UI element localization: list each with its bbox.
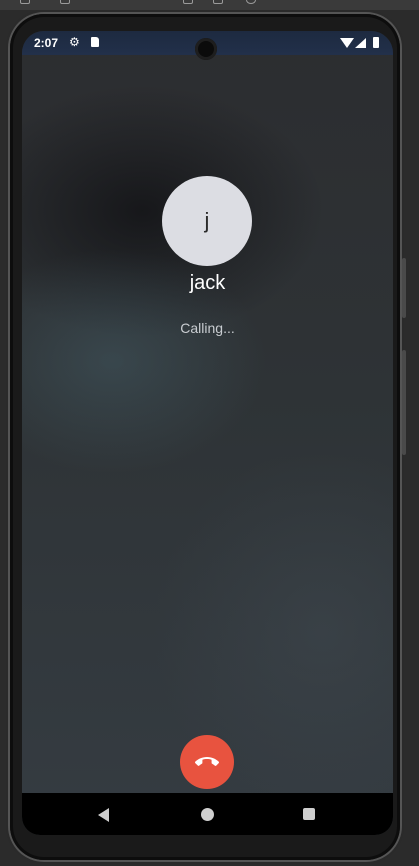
signal-icon — [355, 38, 366, 48]
gear-icon: ⚙ — [69, 35, 80, 49]
navigation-bar — [22, 793, 393, 835]
contact-name: jack — [189, 272, 226, 294]
battery-icon — [373, 37, 379, 48]
end-call-button[interactable] — [180, 735, 234, 789]
volume-button[interactable] — [402, 258, 406, 318]
toolbar-icon[interactable] — [60, 0, 70, 4]
emulator-toolbar — [0, 0, 419, 10]
avatar: j — [162, 176, 252, 266]
toolbar-icon[interactable] — [213, 0, 223, 4]
home-icon[interactable] — [201, 808, 214, 821]
power-button[interactable] — [402, 350, 406, 455]
phone-hangup-icon — [195, 757, 219, 766]
front-camera — [195, 38, 217, 60]
recents-icon[interactable] — [303, 808, 315, 820]
toolbar-icon[interactable] — [183, 0, 193, 4]
back-icon[interactable] — [98, 808, 109, 822]
status-time: 2:07 — [34, 36, 59, 50]
toolbar-icon[interactable] — [20, 0, 30, 4]
toolbar-icon[interactable] — [246, 0, 256, 4]
wifi-icon — [340, 38, 354, 48]
sd-card-icon — [91, 37, 99, 47]
avatar-initial: j — [204, 208, 210, 233]
phone-screen: 2:07 ⚙ j jack Calling... — [22, 31, 393, 835]
call-status: Calling... — [180, 320, 235, 336]
